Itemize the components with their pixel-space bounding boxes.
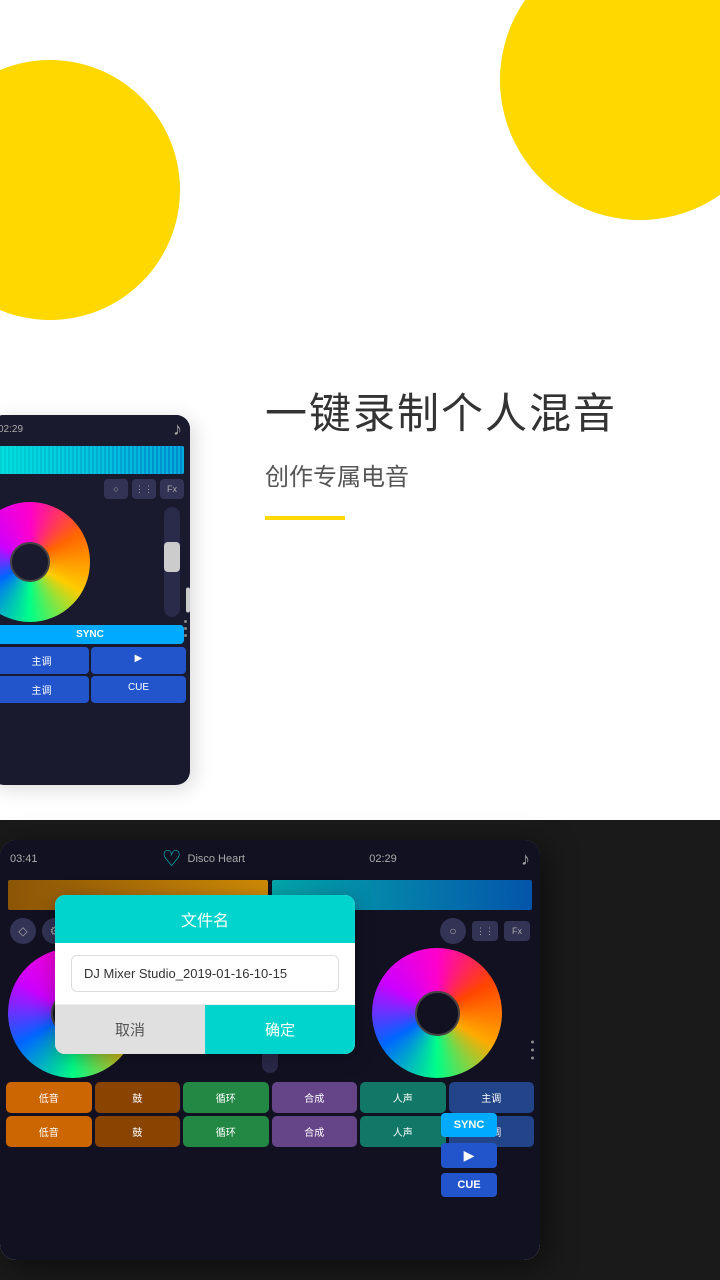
fx-btn-top[interactable]: Fx — [160, 479, 184, 499]
top-section: 一键录制个人混音 创作专属电音 02:29 ♪ ○ ⋮⋮ Fx — [0, 0, 720, 820]
pad-row-1: 低音 鼓 循环 合成 人声 主调 — [6, 1082, 534, 1113]
tablet-bottom-screen: 03:41 ♡ Disco Heart 02:29 ♪ ◇ ⚙ — [0, 840, 540, 1260]
main-title: 一键录制个人混音 — [265, 380, 617, 441]
pad-synth-1[interactable]: 合成 — [272, 1082, 358, 1113]
fader-handle-top — [164, 542, 180, 572]
pad-synth-2[interactable]: 合成 — [272, 1116, 358, 1147]
pad-drum-2[interactable]: 鼓 — [95, 1116, 181, 1147]
icons-right: ○ ⋮⋮ Fx — [440, 918, 530, 944]
blob-bottom-left — [0, 60, 180, 320]
waveform-top — [0, 446, 184, 474]
cue-button-bottom[interactable]: CUE — [441, 1173, 497, 1197]
blob-top-right — [500, 0, 720, 220]
cue-btn-top[interactable]: CUE — [91, 676, 186, 703]
dialog-title-bar: 文件名 — [55, 895, 355, 943]
dialog-input-area — [55, 943, 355, 1004]
eq-btn-bottom[interactable]: ⋮⋮ — [472, 921, 498, 941]
pad-bass-2[interactable]: 低音 — [6, 1116, 92, 1147]
pad-loop-2[interactable]: 循环 — [183, 1116, 269, 1147]
dj-time-bottom-left: 03:41 — [10, 853, 38, 865]
music-note-icon-bottom: ♪ — [521, 849, 530, 870]
sub-title: 创作专属电音 — [265, 457, 617, 492]
fader-top[interactable] — [164, 507, 180, 617]
key-btn-top-right[interactable]: 主调 — [0, 676, 89, 703]
dialog-title-text: 文件名 — [71, 907, 339, 931]
dj-top-bar-bottom: 03:41 ♡ Disco Heart 02:29 ♪ — [0, 840, 540, 878]
pad-vocal-2[interactable]: 人声 — [360, 1116, 446, 1147]
turntable-top[interactable] — [0, 502, 90, 622]
fx-btn-bottom[interactable]: Fx — [504, 921, 530, 941]
turntable-center-top — [10, 542, 50, 582]
dj-time-bottom-right: 02:29 — [369, 853, 397, 865]
diamond-btn[interactable]: ◇ — [10, 918, 36, 944]
tablet-top-side-handle — [186, 588, 190, 613]
filename-input[interactable] — [71, 955, 339, 992]
top-text-area: 一键录制个人混音 创作专属电音 — [265, 380, 617, 520]
turntable-area-top — [0, 502, 190, 622]
tablet-bottom-grip — [531, 1041, 534, 1060]
bottom-section: 03:41 ♡ Disco Heart 02:29 ♪ ◇ ⚙ — [0, 820, 720, 1280]
save-dialog: 文件名 取消 确定 — [55, 895, 355, 1054]
dj-time-top: 02:29 — [0, 424, 23, 435]
pad-key-1[interactable]: 主调 — [449, 1082, 535, 1113]
tablet-bottom-mockup: 03:41 ♡ Disco Heart 02:29 ♪ ◇ ⚙ — [0, 840, 540, 1260]
cancel-button[interactable]: 取消 — [55, 1005, 205, 1054]
loop-btn-bottom[interactable]: ○ — [440, 918, 466, 944]
pad-drum-1[interactable]: 鼓 — [95, 1082, 181, 1113]
track-name: Disco Heart — [188, 853, 245, 865]
bottom-buttons-top: 主调 ▶ 主调 CUE — [0, 647, 190, 707]
pad-vocal-1[interactable]: 人声 — [360, 1082, 446, 1113]
sync-button-bottom[interactable]: SYNC — [441, 1113, 497, 1137]
tablet-top-screen: 02:29 ♪ ○ ⋮⋮ Fx SYNC — [0, 415, 190, 785]
turntable-bottom-right[interactable] — [372, 948, 502, 1078]
heartbeat-icon: ♡ — [162, 846, 182, 872]
play-button-bottom[interactable]: ▶ — [441, 1143, 497, 1168]
pad-bass-1[interactable]: 低音 — [6, 1082, 92, 1113]
tablet-top-mockup: 02:29 ♪ ○ ⋮⋮ Fx SYNC — [0, 415, 190, 785]
tablet-grip-dots — [184, 620, 187, 637]
pad-loop-1[interactable]: 循环 — [183, 1082, 269, 1113]
dj-header-top: 02:29 ♪ — [0, 415, 190, 444]
sync-button-top[interactable]: SYNC — [0, 625, 184, 644]
controls-row-top: ○ ⋮⋮ Fx — [0, 476, 190, 502]
key-btn-top-left[interactable]: 主调 — [0, 647, 89, 674]
loop-btn-top[interactable]: ○ — [104, 479, 128, 499]
music-note-icon-top: ♪ — [173, 419, 182, 440]
turntable-center-right — [415, 991, 460, 1036]
yellow-divider — [265, 516, 345, 520]
confirm-button[interactable]: 确定 — [205, 1005, 355, 1054]
eq-btn-top[interactable]: ⋮⋮ — [132, 479, 156, 499]
play-btn-top[interactable]: ▶ — [91, 647, 186, 674]
dialog-buttons: 取消 确定 — [55, 1004, 355, 1054]
